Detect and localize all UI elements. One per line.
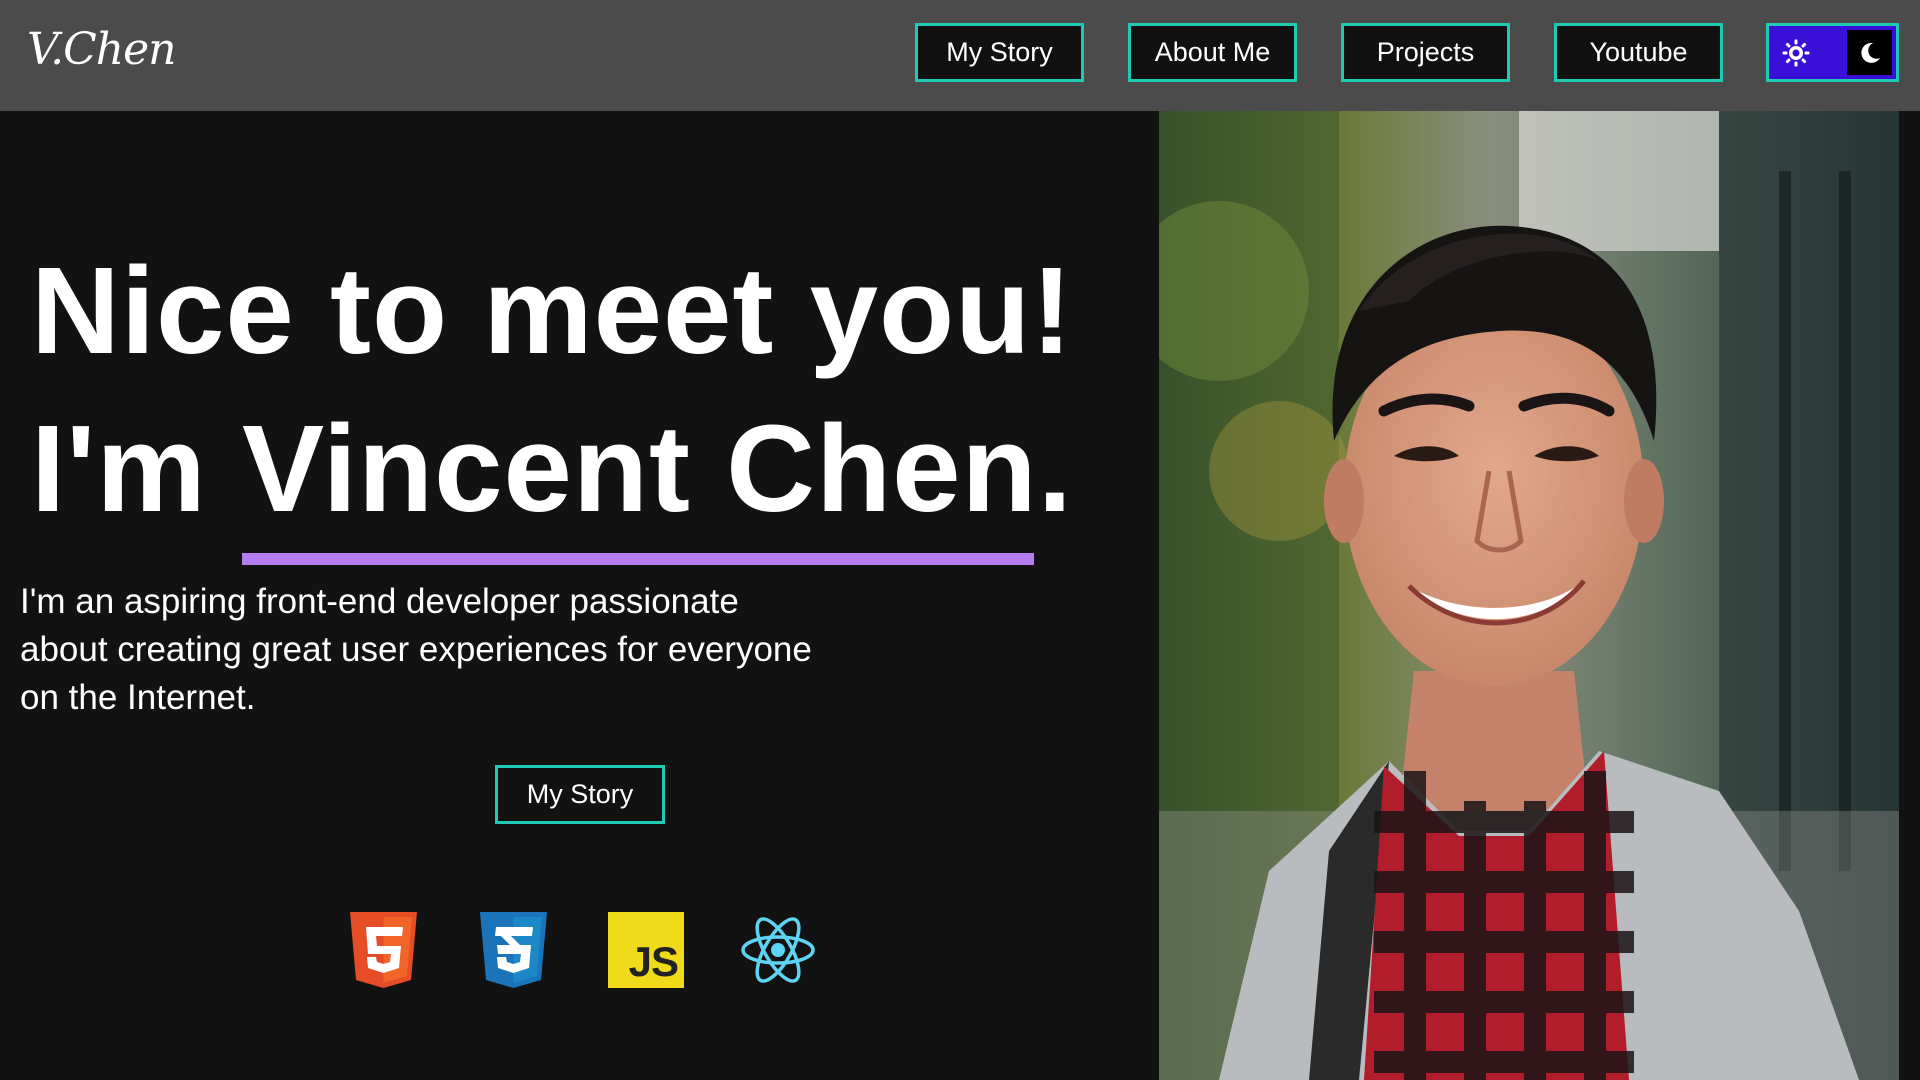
html5-icon: [346, 910, 421, 990]
headline-line-2: I'm Vincent Chen.: [31, 391, 1073, 565]
moon-icon: [1860, 42, 1880, 63]
hero-headline: Nice to meet you! I'm Vincent Chen.: [31, 233, 1074, 565]
js-label: JS: [628, 938, 679, 985]
logo[interactable]: V.Chen: [27, 24, 176, 75]
intro-paragraph: I'm an aspiring front-end developer pass…: [20, 582, 812, 717]
css3-icon: [476, 910, 551, 990]
theme-toggle[interactable]: [1766, 23, 1899, 82]
profile-photo: [1159, 111, 1899, 1080]
nav-projects-button[interactable]: Projects: [1341, 23, 1510, 82]
name-underline: [241, 553, 1034, 565]
nav-my-story-button[interactable]: My Story: [915, 23, 1084, 82]
page: V.Chen My Story About Me Projects Youtub…: [0, 0, 1920, 1080]
nav-youtube-button[interactable]: Youtube: [1554, 23, 1723, 82]
name-highlight: Vincent Chen: [241, 391, 1038, 565]
headline-suffix: .: [1037, 401, 1073, 538]
my-story-cta-button[interactable]: My Story: [495, 765, 665, 824]
nav-about-me-button[interactable]: About Me: [1128, 23, 1297, 82]
name-text: Vincent Chen: [241, 401, 1038, 538]
headline-line-1: Nice to meet you!: [31, 243, 1074, 380]
react-icon: [740, 912, 816, 988]
headline-prefix: I'm: [31, 401, 242, 538]
sun-icon: [1773, 30, 1818, 75]
javascript-icon: JS: [608, 912, 684, 988]
toggle-knob[interactable]: [1847, 30, 1892, 75]
header: V.Chen My Story About Me Projects Youtub…: [0, 0, 1920, 111]
